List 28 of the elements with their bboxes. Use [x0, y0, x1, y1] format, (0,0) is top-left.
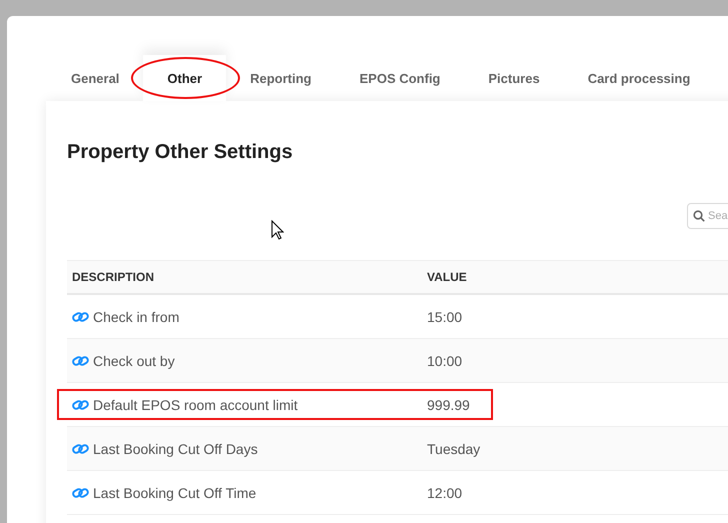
tab[interactable]: General — [47, 55, 144, 101]
tab[interactable]: Pictures — [464, 55, 564, 101]
search-icon — [693, 210, 705, 222]
setting-name: Last Booking Cut Off Time — [93, 484, 256, 500]
setting-value: Tuesday — [427, 440, 482, 456]
column-header: VALUE — [427, 270, 468, 284]
tab[interactable]: Other — [143, 55, 226, 101]
setting-name: Check in from — [93, 308, 180, 324]
column-header: DESCRIPTION — [72, 270, 156, 284]
link-icon[interactable] — [72, 310, 89, 324]
link-icon[interactable] — [72, 442, 89, 456]
page-title: Property Other Settings — [67, 141, 294, 164]
setting-name: Last Booking Cut Off Days — [93, 440, 258, 456]
search-input[interactable]: Sea — [708, 210, 728, 222]
setting-value: 999.99 — [427, 396, 471, 412]
tab[interactable]: Reporting — [226, 55, 336, 101]
tab[interactable]: EPOS Config — [335, 55, 464, 101]
cursor-icon — [271, 220, 284, 240]
setting-name: Default EPOS room account limit — [93, 396, 298, 412]
tab[interactable]: Card processing — [564, 55, 714, 101]
setting-value: 15:00 — [427, 308, 464, 324]
link-icon[interactable] — [72, 354, 89, 368]
link-icon[interactable] — [72, 486, 89, 500]
search-field[interactable]: Sea — [687, 203, 728, 229]
link-icon[interactable] — [72, 398, 89, 412]
setting-value: 12:00 — [427, 484, 464, 500]
setting-name: Check out by — [93, 352, 175, 368]
setting-value: 10:00 — [427, 352, 464, 368]
